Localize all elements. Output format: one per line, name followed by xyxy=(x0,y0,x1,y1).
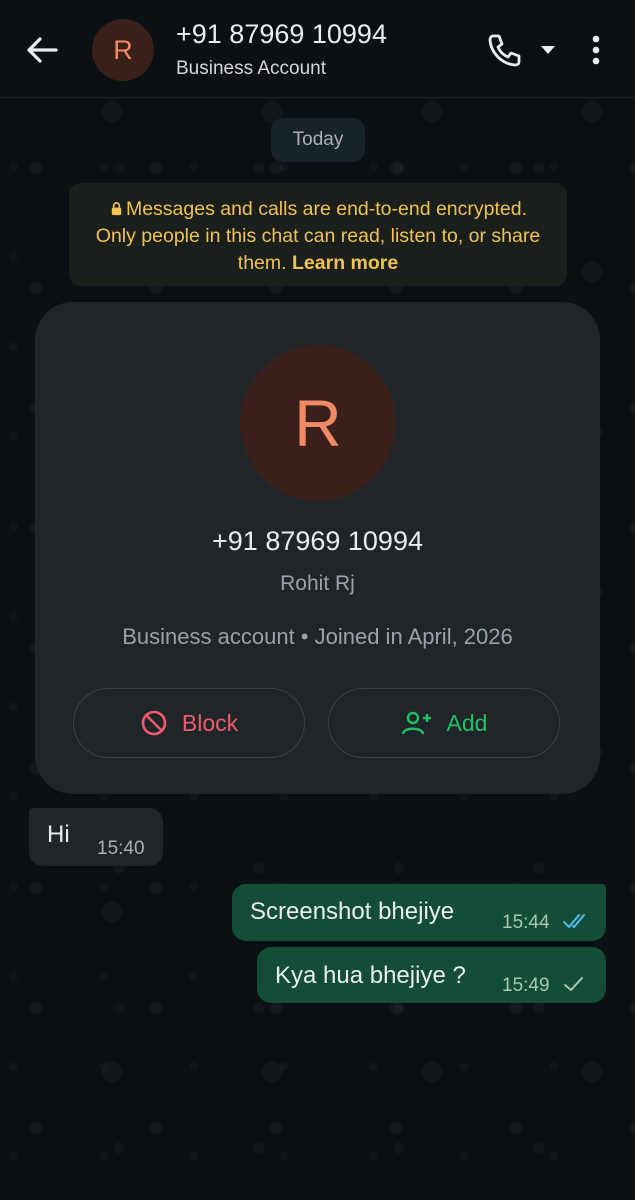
block-label: Block xyxy=(181,709,239,736)
phone-icon xyxy=(488,34,521,67)
profile-avatar[interactable]: R xyxy=(240,345,396,501)
profile-business-info: Business account • Joined in April, 2026 xyxy=(122,624,513,649)
profile-name: Rohit Rj xyxy=(280,572,355,595)
message-bubble-outgoing[interactable]: Kya hua bhejiye ? 15:49 xyxy=(257,947,606,1003)
contact-title[interactable]: +91 87969 10994 xyxy=(176,19,387,50)
block-button[interactable]: Block xyxy=(73,688,305,758)
message-time: 15:49 xyxy=(502,975,550,996)
add-contact-icon xyxy=(401,711,431,735)
message-time: 15:44 xyxy=(502,912,550,933)
call-options-dropdown[interactable] xyxy=(538,40,558,60)
more-vertical-icon xyxy=(592,35,600,65)
profile-phone: +91 87969 10994 xyxy=(212,526,423,556)
message-bubble-outgoing[interactable]: Screenshot bhejiye 15:44 xyxy=(232,884,606,941)
add-contact-button[interactable]: Add xyxy=(328,688,560,758)
contact-info-card: R +91 87969 10994 Rohit Rj Business acco… xyxy=(35,302,600,794)
block-icon xyxy=(141,710,167,736)
learn-more-link[interactable]: Learn more xyxy=(292,252,398,274)
back-button[interactable] xyxy=(22,30,62,70)
encryption-notice[interactable]: Messages and calls are end-to-end encryp… xyxy=(69,183,567,286)
voice-call-button[interactable] xyxy=(484,30,524,70)
message-text: Hi xyxy=(47,821,70,848)
message-bubble-incoming[interactable]: Hi 15:40 xyxy=(29,808,163,866)
add-label: Add xyxy=(446,709,488,736)
date-chip: Today xyxy=(271,118,365,162)
message-text: Kya hua bhejiye ? xyxy=(275,962,466,989)
contact-subtitle[interactable]: Business Account xyxy=(176,58,326,80)
double-check-read-icon xyxy=(563,914,585,928)
more-options-button[interactable] xyxy=(584,31,608,71)
message-text: Screenshot bhejiye xyxy=(250,898,455,925)
message-time: 15:40 xyxy=(97,838,145,859)
avatar-letter: R xyxy=(113,34,133,65)
single-check-sent-icon xyxy=(564,977,583,991)
chat-header: R +91 87969 10994 Business Account xyxy=(0,0,635,98)
profile-avatar-letter: R xyxy=(294,386,342,460)
avatar[interactable]: R xyxy=(92,19,154,81)
lock-icon xyxy=(111,202,122,216)
caret-down-icon xyxy=(541,46,555,54)
arrow-left-icon xyxy=(27,37,58,63)
